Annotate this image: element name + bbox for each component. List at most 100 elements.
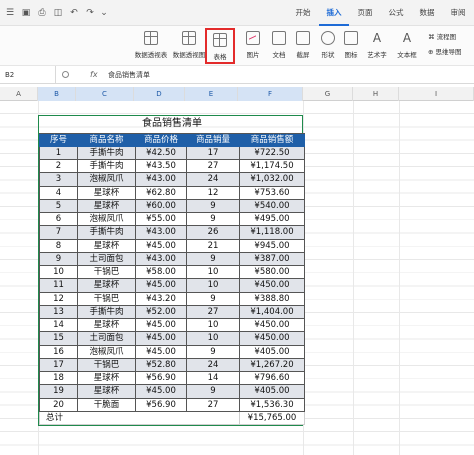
table-cell[interactable]: ¥58.00 bbox=[135, 264, 187, 280]
table-cell[interactable]: ¥42.50 bbox=[135, 145, 187, 161]
table-cell[interactable]: 18 bbox=[39, 370, 78, 386]
pivot-chart-button[interactable]: 数据透视图 bbox=[171, 28, 207, 64]
header-cell[interactable]: 商品销售额 bbox=[239, 132, 305, 147]
menu-icon[interactable]: ☰ bbox=[4, 7, 16, 19]
header-cell[interactable]: 商品销量 bbox=[186, 132, 240, 147]
formula-input[interactable]: 食品销售清单 bbox=[108, 66, 150, 84]
column-header-h[interactable]: H bbox=[353, 87, 399, 101]
table-cell[interactable]: ¥43.50 bbox=[135, 158, 187, 174]
table-cell[interactable]: ¥1,118.00 bbox=[239, 225, 305, 240]
table-button[interactable]: 表格 bbox=[205, 28, 235, 64]
tab-formula[interactable]: 公式 bbox=[381, 0, 411, 26]
table-cell[interactable]: 10 bbox=[186, 331, 240, 346]
table-cell[interactable]: 9 bbox=[39, 251, 78, 267]
table-cell[interactable]: ¥55.00 bbox=[135, 211, 187, 227]
table-cell[interactable]: 24 bbox=[186, 172, 240, 187]
table-cell[interactable]: 手撕牛肉 bbox=[77, 145, 136, 161]
table-cell[interactable]: 星球杯 bbox=[77, 370, 136, 386]
fx-icon[interactable]: fx bbox=[90, 66, 98, 84]
table-cell[interactable]: 9 bbox=[186, 291, 240, 306]
table-cell[interactable]: 27 bbox=[186, 397, 240, 412]
table-cell[interactable]: 12 bbox=[39, 291, 78, 306]
table-cell[interactable]: 27 bbox=[186, 304, 240, 320]
table-cell[interactable]: 手撕牛肉 bbox=[77, 158, 136, 174]
table-cell[interactable]: 17 bbox=[39, 357, 78, 373]
table-cell[interactable]: 26 bbox=[186, 225, 240, 240]
table-cell[interactable]: ¥1,174.50 bbox=[239, 158, 305, 174]
table-cell[interactable]: ¥495.00 bbox=[239, 211, 305, 227]
table-cell[interactable]: 9 bbox=[186, 211, 240, 227]
table-cell[interactable]: 9 bbox=[186, 384, 240, 399]
table-cell[interactable]: 9 bbox=[186, 344, 240, 359]
table-cell[interactable]: 泡椒凤爪 bbox=[77, 344, 136, 359]
table-cell[interactable]: 干锅巴 bbox=[77, 264, 136, 280]
table-cell[interactable]: ¥43.00 bbox=[135, 251, 187, 267]
undo-icon[interactable]: ↶ bbox=[68, 7, 80, 19]
table-cell[interactable]: 泡椒凤爪 bbox=[77, 172, 136, 187]
table-cell[interactable]: ¥450.00 bbox=[239, 331, 305, 346]
table-cell[interactable]: ¥580.00 bbox=[239, 264, 305, 280]
table-cell[interactable]: 7 bbox=[39, 225, 78, 240]
pivot-table-button[interactable]: 数据透视表 bbox=[133, 28, 169, 64]
table-cell[interactable]: 10 bbox=[186, 317, 240, 333]
table-cell[interactable]: 泡椒凤爪 bbox=[77, 211, 136, 227]
table-cell[interactable]: ¥1,267.20 bbox=[239, 357, 305, 373]
column-header-a[interactable]: A bbox=[0, 87, 38, 101]
zoom-icon[interactable] bbox=[62, 71, 69, 78]
table-cell[interactable]: ¥60.00 bbox=[135, 198, 187, 214]
table-cell[interactable]: 星球杯 bbox=[77, 278, 136, 293]
table-title[interactable]: 食品销售清单 bbox=[39, 116, 305, 134]
table-cell[interactable]: 11 bbox=[39, 278, 78, 293]
table-cell[interactable]: ¥387.00 bbox=[239, 251, 305, 267]
screenshot-button[interactable]: 截屏 bbox=[291, 28, 315, 64]
table-cell[interactable]: ¥43.00 bbox=[135, 172, 187, 187]
total-value[interactable]: ¥15,765.00 bbox=[239, 410, 305, 426]
table-cell[interactable]: ¥1,404.00 bbox=[239, 304, 305, 320]
table-cell[interactable]: 17 bbox=[186, 145, 240, 161]
table-cell[interactable]: 1 bbox=[39, 145, 78, 161]
icon-button[interactable]: 图标 bbox=[341, 28, 361, 64]
table-cell[interactable]: ¥45.00 bbox=[135, 238, 187, 253]
table-cell[interactable]: 5 bbox=[39, 198, 78, 214]
table-cell[interactable]: ¥45.00 bbox=[135, 331, 187, 346]
table-cell[interactable]: 13 bbox=[39, 304, 78, 320]
tab-page[interactable]: 页面 bbox=[350, 0, 380, 26]
table-cell[interactable]: 19 bbox=[39, 384, 78, 399]
table-cell[interactable]: 15 bbox=[39, 331, 78, 346]
table-cell[interactable]: ¥388.80 bbox=[239, 291, 305, 306]
table-cell[interactable]: ¥450.00 bbox=[239, 278, 305, 293]
table-cell[interactable]: ¥43.20 bbox=[135, 291, 187, 306]
picture-button[interactable]: 图片 bbox=[240, 28, 266, 64]
table-cell[interactable]: ¥722.50 bbox=[239, 145, 305, 161]
shape-button[interactable]: 形状 bbox=[316, 28, 340, 64]
table-cell[interactable]: 14 bbox=[39, 317, 78, 333]
flowchart-button[interactable]: ⌘ 流程图 bbox=[428, 31, 456, 41]
table-cell[interactable]: ¥540.00 bbox=[239, 198, 305, 214]
table-cell[interactable]: 21 bbox=[186, 238, 240, 253]
table-cell[interactable]: 16 bbox=[39, 344, 78, 359]
table-cell[interactable]: ¥405.00 bbox=[239, 344, 305, 359]
table-cell[interactable]: 星球杯 bbox=[77, 238, 136, 253]
wordart-button[interactable]: A 艺术字 bbox=[363, 28, 391, 64]
table-cell[interactable]: 24 bbox=[186, 357, 240, 373]
table-cell[interactable]: ¥1,032.00 bbox=[239, 172, 305, 187]
column-header-i[interactable]: I bbox=[399, 87, 474, 101]
table-cell[interactable]: 2 bbox=[39, 158, 78, 174]
table-cell[interactable]: 9 bbox=[186, 198, 240, 214]
table-cell[interactable]: 星球杯 bbox=[77, 384, 136, 399]
name-box[interactable]: B2 bbox=[0, 66, 56, 84]
table-cell[interactable]: 4 bbox=[39, 185, 78, 200]
column-header-c[interactable]: C bbox=[76, 87, 134, 101]
tab-review[interactable]: 审阅 bbox=[443, 0, 473, 26]
tab-insert[interactable]: 插入 bbox=[319, 0, 349, 26]
table-cell[interactable]: 星球杯 bbox=[77, 185, 136, 200]
table-cell[interactable]: 3 bbox=[39, 172, 78, 187]
table-cell[interactable]: 手撕牛肉 bbox=[77, 225, 136, 240]
textbox-button[interactable]: A 文本框 bbox=[393, 28, 421, 64]
table-cell[interactable]: ¥945.00 bbox=[239, 238, 305, 253]
total-label[interactable]: 总计 bbox=[39, 410, 240, 426]
table-cell[interactable]: 干锅巴 bbox=[77, 291, 136, 306]
header-cell[interactable]: 序号 bbox=[39, 132, 78, 147]
table-cell[interactable]: 9 bbox=[186, 251, 240, 267]
header-cell[interactable]: 商品价格 bbox=[135, 132, 187, 147]
